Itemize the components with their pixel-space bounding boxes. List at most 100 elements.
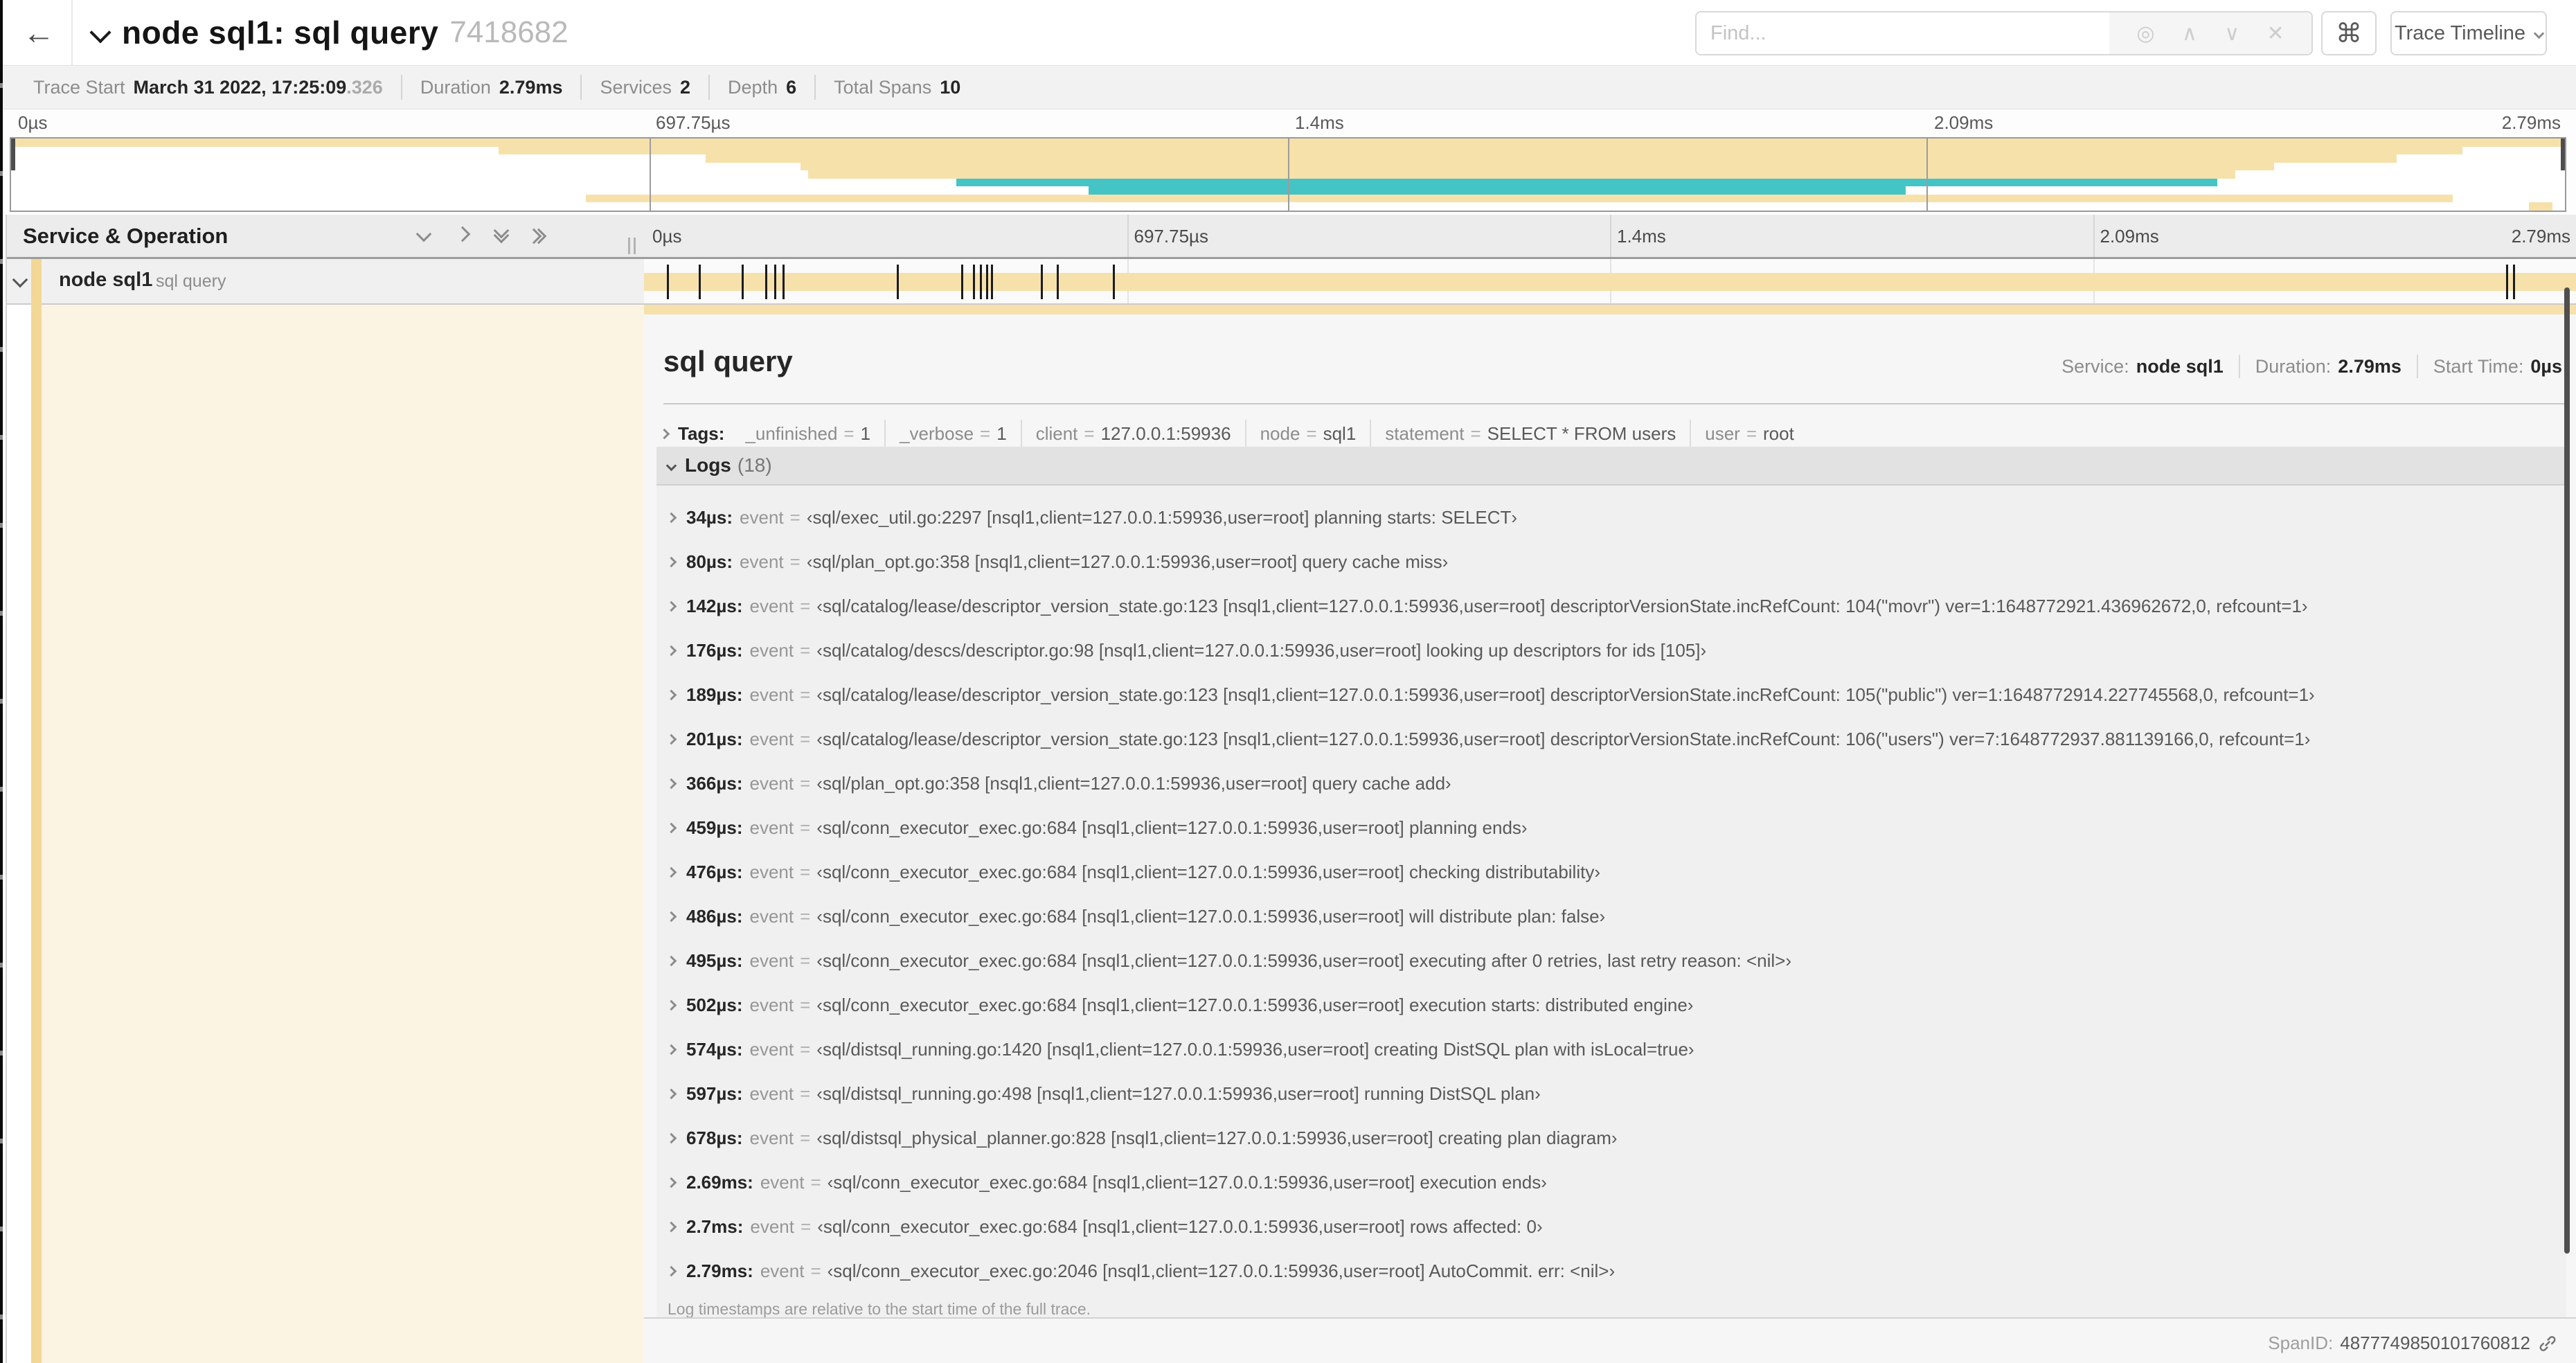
- tag-item: _unfinished = 1: [731, 420, 884, 447]
- log-entry[interactable]: 80µs: event = ‹sql/plan_opt.go:358 [nsql…: [656, 540, 2566, 584]
- log-marker-tick[interactable]: [774, 265, 776, 299]
- view-selector-button[interactable]: Trace Timeline: [2390, 11, 2547, 55]
- log-entry[interactable]: 201µs: event = ‹sql/catalog/lease/descri…: [656, 717, 2566, 761]
- trace-stat: Trace Start March 31 2022, 17:25:09 .326: [15, 75, 401, 100]
- trace-stat: Total Spans 10: [814, 75, 978, 100]
- log-value: ‹sql/catalog/lease/descriptor_version_st…: [816, 728, 2311, 749]
- back-arrow-icon: ←: [23, 15, 55, 51]
- log-entry[interactable]: 459µs: event = ‹sql/conn_executor_exec.g…: [656, 805, 2566, 850]
- collapse-all-icon[interactable]: [493, 222, 510, 243]
- log-field: event: [749, 772, 794, 794]
- chevron-right-icon: [665, 955, 677, 966]
- span-duration-bar[interactable]: [644, 273, 2576, 291]
- log-value: ‹sql/conn_executor_exec.go:2046 [nsql1,c…: [827, 1260, 1616, 1281]
- ruler-gridline: [1127, 215, 1129, 257]
- equals-sign: =: [800, 817, 811, 838]
- tags-row[interactable]: Tags: _unfinished = 1 _verbose = 1 clien…: [659, 417, 1808, 450]
- log-entry[interactable]: 2.69ms: event = ‹sql/conn_executor_exec.…: [656, 1160, 2566, 1204]
- ruler-gridline: [2093, 215, 2095, 257]
- log-marker-tick[interactable]: [742, 265, 744, 299]
- minimap-canvas[interactable]: [10, 137, 2566, 212]
- expand-one-icon[interactable]: [454, 226, 471, 243]
- log-value: ‹sql/conn_executor_exec.go:684 [nsql1,cl…: [817, 1215, 1543, 1237]
- log-marker-tick[interactable]: [980, 265, 982, 299]
- log-entry[interactable]: 495µs: event = ‹sql/conn_executor_exec.g…: [656, 938, 2566, 983]
- log-entry[interactable]: 502µs: event = ‹sql/conn_executor_exec.g…: [656, 983, 2566, 1027]
- log-field: event: [740, 551, 784, 572]
- clear-search-icon[interactable]: ✕: [2267, 21, 2284, 46]
- log-entry[interactable]: 2.7ms: event = ‹sql/conn_executor_exec.g…: [656, 1204, 2566, 1249]
- meta-value: 0µs: [2530, 355, 2562, 377]
- prev-result-icon[interactable]: ∧: [2182, 21, 2197, 46]
- log-entry[interactable]: 189µs: event = ‹sql/catalog/lease/descri…: [656, 672, 2566, 717]
- log-entry[interactable]: 486µs: event = ‹sql/conn_executor_exec.g…: [656, 894, 2566, 938]
- log-marker-tick[interactable]: [1113, 265, 1115, 299]
- log-value: ‹sql/conn_executor_exec.go:684 [nsql1,cl…: [827, 1171, 1547, 1193]
- log-entry[interactable]: 34µs: event = ‹sql/exec_util.go:2297 [ns…: [656, 495, 2566, 540]
- expand-all-icon[interactable]: [526, 228, 547, 244]
- log-marker-tick[interactable]: [986, 265, 988, 299]
- chevron-down-icon: [665, 460, 677, 471]
- log-marker-tick[interactable]: [1041, 265, 1043, 299]
- log-marker-tick[interactable]: [973, 265, 975, 299]
- span-row-name-column[interactable]: node sql1 sql query: [6, 259, 644, 305]
- log-field: event: [749, 1038, 794, 1060]
- collapse-trace-chevron-icon[interactable]: [89, 21, 111, 44]
- log-marker-tick[interactable]: [782, 265, 785, 299]
- trace-stats-bar: Trace Start March 31 2022, 17:25:09 .326…: [0, 65, 2576, 109]
- trace-stat: Services 2: [580, 75, 708, 100]
- span-row-timeline[interactable]: [644, 259, 2576, 305]
- find-input[interactable]: [1697, 12, 2109, 54]
- log-field: event: [749, 994, 794, 1015]
- back-button[interactable]: ←: [6, 0, 73, 65]
- vertical-scrollbar-thumb[interactable]: [2564, 287, 2570, 1254]
- log-field: event: [749, 905, 794, 927]
- log-field: event: [749, 861, 794, 882]
- log-entry[interactable]: 366µs: event = ‹sql/plan_opt.go:358 [nsq…: [656, 761, 2566, 805]
- log-entry[interactable]: 142µs: event = ‹sql/catalog/lease/descri…: [656, 584, 2566, 628]
- log-marker-tick[interactable]: [699, 265, 701, 299]
- column-resizer-handle[interactable]: [628, 238, 636, 254]
- minimap-left-scrubber[interactable]: [11, 139, 15, 170]
- log-marker-tick[interactable]: [1057, 265, 1059, 299]
- logs-header[interactable]: Logs (18): [656, 447, 2566, 485]
- collapse-one-icon[interactable]: [415, 226, 432, 243]
- log-marker-tick[interactable]: [666, 265, 669, 299]
- log-entry[interactable]: 597µs: event = ‹sql/distsql_running.go:4…: [656, 1071, 2566, 1116]
- log-value: ‹sql/catalog/descs/descriptor.go:98 [nsq…: [816, 639, 1707, 661]
- minimap-span-bar: [585, 194, 2453, 203]
- view-selector-label: Trace Timeline: [2394, 21, 2526, 44]
- log-entry[interactable]: 476µs: event = ‹sql/conn_executor_exec.g…: [656, 850, 2566, 894]
- axis-label: 1.4ms: [1295, 112, 1344, 133]
- equals-sign: =: [800, 1127, 811, 1148]
- next-result-icon[interactable]: ∨: [2224, 21, 2239, 46]
- log-entry[interactable]: 2.79ms: event = ‹sql/conn_executor_exec.…: [656, 1249, 2566, 1293]
- locate-icon[interactable]: ◎: [2136, 21, 2154, 46]
- chevron-right-icon: [665, 1177, 677, 1188]
- equals-sign: =: [800, 861, 811, 882]
- minimap-span-bar: [2529, 202, 2552, 211]
- log-value: ‹sql/conn_executor_exec.go:684 [nsql1,cl…: [816, 905, 1606, 927]
- deep-link-icon[interactable]: [2537, 1333, 2558, 1354]
- axis-label: 2.09ms: [2100, 226, 2159, 247]
- log-entry[interactable]: 176µs: event = ‹sql/catalog/descs/descri…: [656, 628, 2566, 672]
- log-marker-tick[interactable]: [991, 265, 993, 299]
- span-detail-panel: sql query Service: node sql1 Duration: 2…: [644, 305, 2576, 1363]
- log-entry[interactable]: 678µs: event = ‹sql/distsql_physical_pla…: [656, 1116, 2566, 1160]
- log-marker-tick[interactable]: [2506, 265, 2508, 299]
- log-marker-tick[interactable]: [960, 265, 963, 299]
- tag-value: SELECT * FROM users: [1487, 422, 1676, 444]
- tags-list: _unfinished = 1 _verbose = 1 client = 12…: [731, 420, 1807, 447]
- equals-sign: =: [800, 595, 811, 616]
- log-marker-tick[interactable]: [764, 265, 767, 299]
- log-entry[interactable]: 574µs: event = ‹sql/distsql_running.go:1…: [656, 1027, 2566, 1071]
- log-marker-tick[interactable]: [896, 265, 899, 299]
- log-field: event: [760, 1260, 805, 1281]
- span-collapse-chevron-icon[interactable]: [12, 271, 28, 289]
- log-marker-tick[interactable]: [2513, 265, 2515, 299]
- log-timestamp: 2.79ms:: [686, 1260, 753, 1281]
- span-id-row: SpanID: 4877749850101760812: [2268, 1333, 2558, 1354]
- equals-sign: =: [789, 506, 800, 528]
- minimap-right-scrubber[interactable]: [2561, 139, 2565, 170]
- keyboard-shortcuts-button[interactable]: ⌘: [2321, 11, 2377, 55]
